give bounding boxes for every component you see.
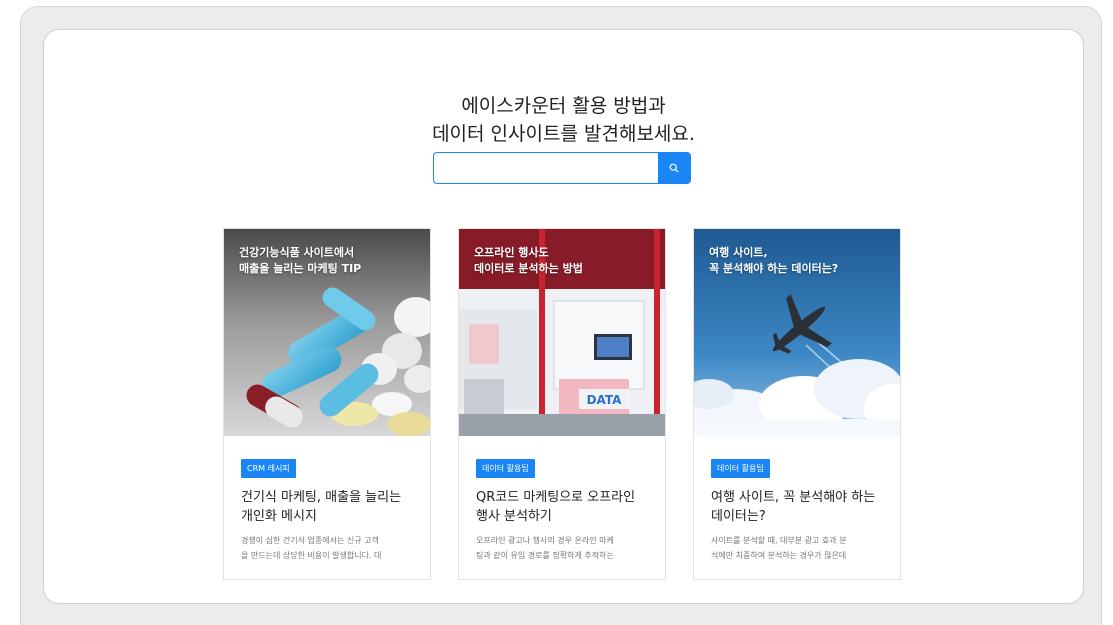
category-badge[interactable]: CRM 레시피 — [241, 459, 296, 478]
article-card-travel-site[interactable]: 여행 사이트, 꼭 분석해야 하는 데이터는? 데이터 활용팁 여행 사이트, … — [693, 228, 901, 580]
card-thumbnail: 건강기능식품 사이트에서 매출을 늘리는 마케팅 TIP — [224, 229, 430, 436]
card-title[interactable]: QR코드 마케팅으로 오프라인 행사 분석하기 — [476, 488, 650, 526]
card-description: 사이트를 분석할 때, 대부분 광고 효과 분 석에만 치중하여 분석하는 경우… — [711, 536, 847, 560]
card-thumbnail: 여행 사이트, 꼭 분석해야 하는 데이터는? — [694, 229, 900, 436]
article-card-supplement-marketing[interactable]: 건강기능식품 사이트에서 매출을 늘리는 마케팅 TIP CRM 레시피 건기식… — [223, 228, 431, 580]
card-description: 경쟁이 심한 건기식 업종에서는 신규 고객 을 만드는데 상당한 비용이 발생… — [241, 536, 382, 560]
svg-text:DATA: DATA — [587, 393, 623, 407]
article-card-qr-offline-event[interactable]: DATA 오프라인 행사도 데이터로 분석하는 방법 데이터 활용팁 QR코드 … — [458, 228, 666, 580]
category-badge[interactable]: 데이터 활용팁 — [711, 459, 770, 478]
search-button[interactable] — [658, 153, 690, 183]
card-title[interactable]: 여행 사이트, 꼭 분석해야 하는 데이터는? — [711, 488, 885, 526]
category-badge[interactable]: 데이터 활용팁 — [476, 459, 535, 478]
card-description: 오프라인 광고나 행사의 경우 온라인 마케 팅과 같이 유입 경로를 정확하게… — [476, 536, 614, 560]
card-thumbnail: DATA 오프라인 행사도 데이터로 분석하는 방법 — [459, 229, 665, 436]
card-title[interactable]: 건기식 마케팅, 매출을 늘리는 개인화 메시지 — [241, 488, 415, 526]
card-image-caption: 여행 사이트, 꼭 분석해야 하는 데이터는? — [709, 246, 839, 275]
card-image-caption: 오프라인 행사도 데이터로 분석하는 방법 — [474, 246, 583, 275]
search-icon — [669, 163, 679, 173]
card-image-caption: 건강기능식품 사이트에서 매출을 늘리는 마케팅 TIP — [239, 246, 362, 275]
page-headline: 에이스카운터 활용 방법과 데이터 인사이트를 발견해보세요. — [44, 92, 1083, 148]
headline-line-1: 에이스카운터 활용 방법과 — [461, 95, 666, 117]
headline-line-2: 데이터 인사이트를 발견해보세요. — [432, 123, 695, 145]
search-bar — [433, 152, 691, 184]
content-panel: 에이스카운터 활용 방법과 데이터 인사이트를 발견해보세요. 건강기능식품 사… — [43, 29, 1084, 604]
search-input[interactable] — [434, 153, 659, 183]
